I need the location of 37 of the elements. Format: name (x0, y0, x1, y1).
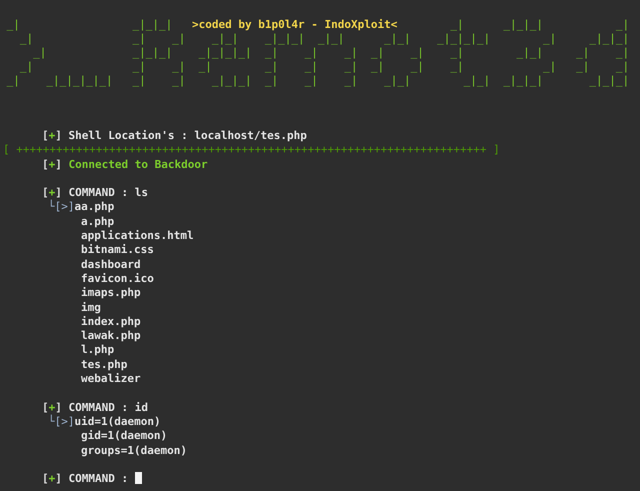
shell-location-text: Shell Location's : localhost/tes.php (68, 129, 307, 142)
output-line: bitnami.css (81, 243, 154, 256)
separator-line: [ +++++++++++++++++++++++++++++++++++++++++++++++++++++++++++++++++++++++ ] (2, 143, 501, 158)
plus-marker: [+] (42, 472, 62, 486)
output-line: img (81, 300, 101, 314)
output-line: dashboard (81, 258, 141, 271)
output-marker: └[>] (48, 414, 74, 428)
output-line: webalizer (81, 372, 141, 386)
tagline: >coded by b1p0l4r - IndoXploit< (192, 18, 398, 31)
plus-marker: [+] (42, 158, 62, 171)
output-line: favicon.ico (81, 272, 154, 285)
output-line: lawak.php (81, 329, 141, 342)
plus-marker: [+] (42, 400, 62, 414)
command-text: COMMAND : ls (68, 186, 148, 200)
output-line: aa.php (74, 200, 114, 214)
ascii-art: _| _| _| _|_| _|_|_| _|_| _|_| _|_|_|_| _| _|_|_| (18, 32, 630, 45)
ascii-art: _| _|_|_| (6, 18, 172, 31)
output-line: imaps.php (81, 286, 141, 300)
plus-marker: [+] (42, 129, 62, 142)
command-prompt: COMMAND : (68, 472, 128, 486)
plus-marker: [+] (42, 186, 62, 200)
command-text: COMMAND : id (68, 400, 148, 414)
ascii-art: _| _|_|_|_|_| _| _| _|_|_| _| _| _| _|_| _|_| _|_|_| _|_|_| (6, 74, 630, 87)
output-marker: └[>] (48, 200, 74, 214)
cursor-icon (134, 472, 142, 484)
status-text: Connected to Backdoor (68, 158, 208, 171)
ascii-art: _| _|_|_| _| (449, 18, 630, 31)
output-line: l.php (81, 343, 114, 356)
output-line: uid=1(daemon) (74, 414, 161, 428)
output-line: index.php (81, 314, 141, 328)
output-line: a.php (81, 214, 114, 228)
ascii-art: _| _|_|_| _|_|_|_| _| _| _| _| _| _| _|_| _| _| (32, 46, 630, 59)
output-line: applications.html (81, 229, 194, 242)
output-line: gid=1(daemon) (81, 429, 168, 442)
output-line: groups=1(daemon) (81, 444, 187, 457)
output-line: tes.php (81, 358, 128, 371)
ascii-art: _| _| _| _| _| _| _| _| _| _| _| _| _| (18, 60, 630, 73)
